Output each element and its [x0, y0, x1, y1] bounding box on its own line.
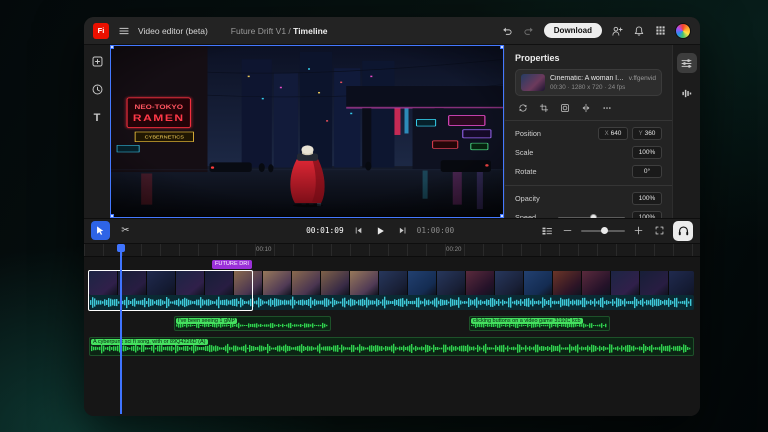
voice-clip-2[interactable]: clicking buttons on a video game 3192C k… — [469, 316, 610, 331]
scale-row: Scale 100% — [515, 146, 662, 159]
position-y-field[interactable]: Y360 — [632, 127, 662, 140]
scale-label: Scale — [515, 148, 551, 157]
audio-preview-button[interactable] — [673, 221, 693, 241]
timeline[interactable]: 00:10 00:20 FUTURE DRI I've been seeing … — [84, 244, 700, 417]
title-clip[interactable]: FUTURE DRI — [212, 260, 252, 269]
divider — [505, 185, 672, 186]
crop-icon[interactable] — [538, 102, 549, 113]
position-row: Position X640 Y360 — [515, 127, 662, 140]
app-title: Video editor (beta) — [138, 26, 208, 36]
download-button[interactable]: Download — [544, 23, 602, 38]
header: Fi Video editor (beta) Future Drift V1 /… — [84, 17, 700, 45]
history-icon[interactable] — [90, 82, 105, 97]
main-area: T — [84, 45, 700, 218]
skip-forward-icon[interactable] — [395, 223, 410, 238]
preview-handle-tl[interactable] — [110, 45, 114, 49]
mask-icon[interactable] — [559, 102, 570, 113]
more-options-icon[interactable] — [601, 102, 612, 113]
total-timecode: 01:00:00 — [417, 226, 455, 235]
select-tool[interactable] — [91, 221, 110, 240]
ruler-label-10s: 00:10 — [256, 246, 271, 253]
scale-field[interactable]: 100% — [632, 146, 662, 159]
razor-tool[interactable]: ✂ — [116, 221, 135, 240]
playhead[interactable] — [120, 244, 122, 415]
logo-text: Fi — [98, 26, 105, 35]
hamburger-menu-icon[interactable] — [116, 23, 131, 38]
rotate-field[interactable]: 0° — [632, 165, 662, 178]
zoom-out-icon[interactable] — [560, 223, 575, 238]
flip-icon[interactable] — [580, 102, 591, 113]
opacity-value: 100% — [639, 195, 656, 202]
position-y-prefix: Y — [639, 131, 643, 137]
position-x-field[interactable]: X640 — [598, 127, 628, 140]
rotate-label: Rotate — [515, 167, 551, 176]
current-timecode: 00:01:09 — [306, 226, 344, 235]
voice-clip-1-label: I've been seeing 1 gMP — [176, 318, 237, 325]
clip-name: Cinematic: A woman looks a... — [550, 75, 626, 82]
transport-center: 00:01:09 01:00:00 — [306, 223, 454, 238]
app-window: Fi Video editor (beta) Future Drift V1 /… — [84, 17, 700, 416]
clip-thumbnail — [521, 74, 545, 91]
properties-title: Properties — [515, 53, 662, 63]
position-y-value: 360 — [645, 130, 656, 137]
voice-clip-1[interactable]: I've been seeing 1 gMP — [174, 316, 331, 331]
clip-suffix: v.ffgenvid — [629, 75, 656, 82]
opacity-label: Opacity — [515, 194, 551, 203]
properties-panel-icon[interactable] — [677, 53, 697, 73]
timeline-toolbar: ✂ 00:01:09 01:00:00 — [84, 218, 700, 244]
transport-right — [539, 221, 693, 241]
invite-icon[interactable] — [609, 23, 624, 38]
preview-handle-tr[interactable] — [500, 45, 504, 49]
redo-icon[interactable] — [522, 23, 537, 38]
video-track[interactable] — [89, 271, 694, 295]
divider — [505, 120, 672, 121]
clip-name-row: Cinematic: A woman looks a... v.ffgenvid — [550, 75, 656, 82]
breadcrumb-page: Timeline — [293, 26, 327, 36]
ruler-label-20s: 00:20 — [446, 246, 461, 253]
fit-icon[interactable] — [652, 223, 667, 238]
position-x-value: 640 — [611, 130, 622, 137]
left-toolbar: T — [84, 45, 110, 218]
text-tool-icon[interactable]: T — [90, 110, 105, 125]
apps-grid-icon[interactable] — [653, 23, 668, 38]
skip-back-icon[interactable] — [351, 223, 366, 238]
scale-value: 100% — [639, 149, 656, 156]
preview-scene: NEO-TOKYO RAMEN CYBERNETICS — [111, 46, 503, 217]
breadcrumb-project[interactable]: Future Drift V1 — [231, 26, 286, 36]
position-label: Position — [515, 129, 551, 138]
voice-clip-2-label: clicking buttons on a video game 3192C k… — [471, 318, 583, 325]
timeline-ruler[interactable]: 00:10 00:20 — [84, 244, 700, 257]
right-toolbar — [672, 45, 700, 218]
zoom-in-icon[interactable] — [631, 223, 646, 238]
zoom-slider-knob[interactable] — [601, 227, 608, 234]
audio-panel-icon[interactable] — [677, 83, 697, 103]
track-options-icon[interactable] — [539, 223, 554, 238]
firefly-logo[interactable]: Fi — [93, 23, 109, 39]
rotate-row: Rotate 0° — [515, 165, 662, 178]
notifications-bell-icon[interactable] — [631, 23, 646, 38]
properties-panel: Properties Cinematic: A woman looks a...… — [504, 45, 672, 218]
video-preview[interactable]: NEO-TOKYO RAMEN CYBERNETICS — [110, 45, 504, 218]
clip-actions-row — [515, 102, 662, 113]
video-audio-waveform — [90, 296, 693, 309]
music-track[interactable]: A cyberpunk sci fi song, with or 89Q4226… — [89, 337, 694, 356]
video-audio-track[interactable] — [89, 295, 694, 310]
opacity-field[interactable]: 100% — [632, 192, 662, 205]
clip-meta: 00:30 · 1280 x 720 · 24 fps — [550, 84, 656, 91]
add-media-icon[interactable] — [90, 54, 105, 69]
opacity-row: Opacity 100% — [515, 192, 662, 205]
zoom-slider[interactable] — [581, 230, 625, 232]
breadcrumb: Future Drift V1 / Timeline — [231, 26, 328, 36]
undo-icon[interactable] — [500, 23, 515, 38]
position-x-prefix: X — [605, 131, 609, 137]
rotate-value: 0° — [644, 168, 650, 175]
play-icon[interactable] — [373, 223, 388, 238]
music-track-label: A cyberpunk sci fi song, with or 89Q4226… — [91, 339, 208, 346]
clip-card[interactable]: Cinematic: A woman looks a... v.ffgenvid… — [515, 69, 662, 96]
replace-icon[interactable] — [517, 102, 528, 113]
avatar[interactable] — [675, 23, 691, 39]
